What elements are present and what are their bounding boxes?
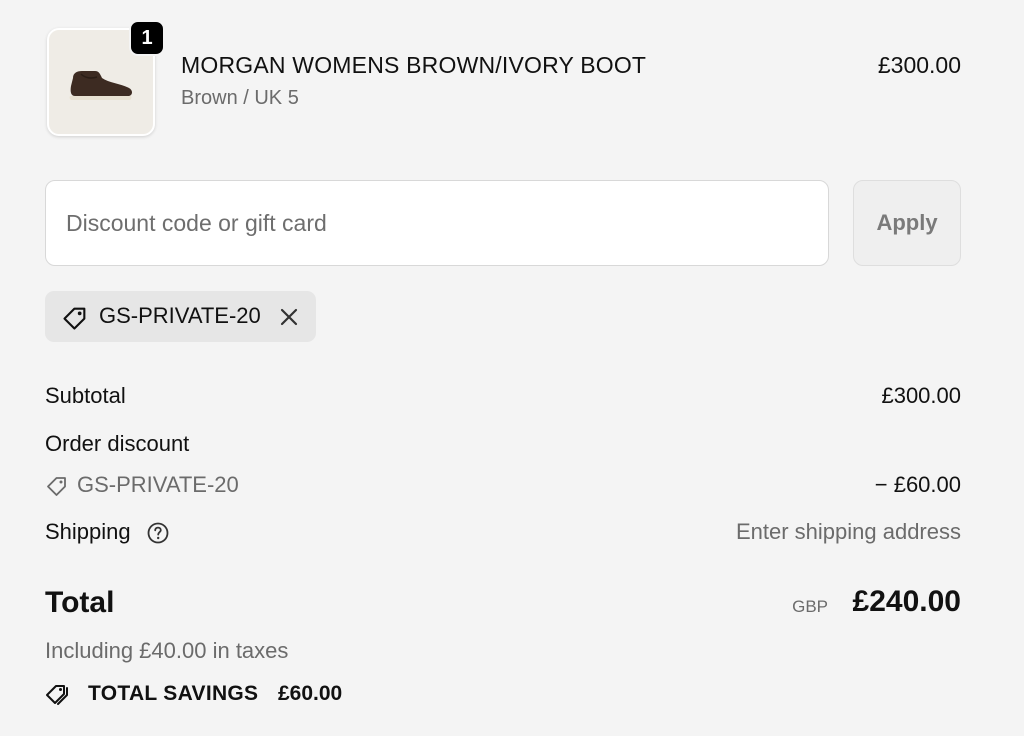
applied-code-label: GS-PRIVATE-20: [99, 303, 261, 328]
subtotal-value: £300.00: [881, 383, 961, 408]
tag-icon: [47, 477, 66, 496]
subtotal-label: Subtotal: [45, 383, 126, 408]
product-variant: Brown / UK 5: [181, 87, 299, 109]
discount-value: − £60.00: [874, 472, 961, 497]
discount-code-label: GS-PRIVATE-20: [77, 472, 239, 497]
savings-tags-icon: [46, 685, 68, 705]
product-price: £300.00: [877, 52, 961, 78]
quantity-badge: 1: [129, 20, 165, 56]
discount-code-input[interactable]: [45, 180, 829, 266]
order-summary: 1 MORGAN WOMENS BROWN/IVORY BOOT Brown /…: [0, 0, 1024, 736]
shipping-label: Shipping: [45, 519, 131, 544]
order-discount-label: Order discount: [45, 431, 190, 456]
currency-code: GBP: [792, 597, 828, 616]
product-name: MORGAN WOMENS BROWN/IVORY BOOT: [181, 52, 647, 78]
total-value: £240.00: [852, 585, 961, 618]
remove-code-close-icon[interactable]: [277, 305, 301, 329]
apply-button[interactable]: Apply: [853, 180, 961, 266]
total-label: Total: [45, 586, 115, 619]
line-item: 1 MORGAN WOMENS BROWN/IVORY BOOT Brown /…: [47, 20, 961, 138]
savings-value: £60.00: [278, 682, 343, 705]
help-icon[interactable]: [146, 521, 170, 545]
taxes-note: Including £40.00 in taxes: [45, 638, 289, 663]
shipping-value: Enter shipping address: [735, 519, 961, 544]
savings-label: TOTAL SAVINGS: [88, 682, 259, 705]
tag-icon: [63, 307, 86, 330]
applied-discount-chip: GS-PRIVATE-20: [45, 291, 316, 342]
boot-icon: [69, 71, 132, 100]
